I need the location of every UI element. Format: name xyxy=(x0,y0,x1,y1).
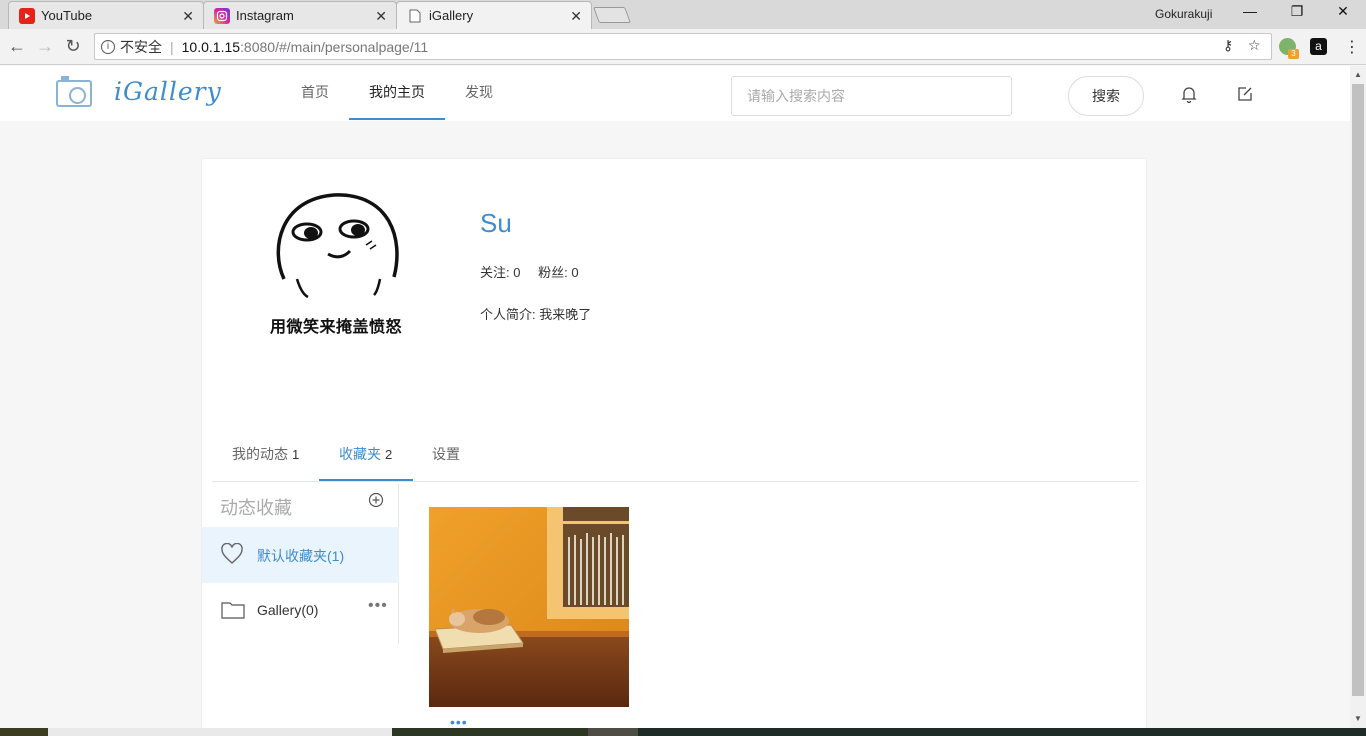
nav-my-homepage[interactable]: 我的主页 xyxy=(369,82,425,102)
browser-tab-youtube[interactable]: YouTube ✕ xyxy=(8,1,204,29)
instagram-icon xyxy=(214,7,230,24)
site-header: iGallery 首页 我的主页 发现 搜索 xyxy=(0,66,1350,121)
collections-title: 动态收藏 xyxy=(220,498,292,518)
forward-icon[interactable]: → xyxy=(34,36,56,57)
nav-active-indicator xyxy=(349,118,445,120)
browser-tabstrip: YouTube ✕ Instagram ✕ iGallery ✕ Gokurak… xyxy=(0,0,1366,29)
scroll-up-icon[interactable]: ▲ xyxy=(1354,70,1362,79)
followers-count[interactable]: 粉丝: 0 xyxy=(538,265,578,280)
bell-icon[interactable] xyxy=(1178,83,1200,105)
address-path: :8080/#/main/personalpage/11 xyxy=(240,38,429,55)
tab-title: YouTube xyxy=(41,8,93,23)
security-label: 不安全 xyxy=(120,38,162,55)
star-icon[interactable]: ☆ xyxy=(1248,37,1261,54)
search-button[interactable]: 搜索 xyxy=(1068,76,1144,116)
browser-toolbar: ← → ↻ i 不安全 | 10.0.1.15 :8080/#/main/per… xyxy=(0,29,1366,65)
folder-icon xyxy=(221,601,245,624)
photo-more-icon[interactable]: ••• xyxy=(450,714,468,728)
reload-icon[interactable]: ↻ xyxy=(62,36,84,57)
scroll-down-icon[interactable]: ▼ xyxy=(1354,714,1362,723)
tab-settings[interactable]: 设置 xyxy=(432,444,460,464)
collections-sidebar: 动态收藏 默认收藏夹(1) Gallery(0) ••• xyxy=(202,484,399,644)
page-content: iGallery 首页 我的主页 发现 搜索 用 xyxy=(0,66,1350,728)
menu-icon[interactable]: ⋮ xyxy=(1344,37,1360,57)
key-icon[interactable]: ⚷ xyxy=(1223,37,1233,54)
info-icon[interactable]: i xyxy=(101,39,115,54)
nav-home[interactable]: 首页 xyxy=(301,82,329,102)
search-input[interactable] xyxy=(731,76,1012,116)
close-icon[interactable]: ✕ xyxy=(570,8,582,25)
os-taskbar xyxy=(0,728,1366,736)
profile-tabs: 我的动态 1 收藏夹 2 设置 xyxy=(212,429,1138,482)
profile-username: Su xyxy=(480,208,512,238)
scrollbar-thumb[interactable] xyxy=(1352,84,1364,696)
close-icon[interactable]: ✕ xyxy=(375,8,387,25)
tab-title: Instagram xyxy=(236,8,294,23)
restore-icon[interactable]: ❐ xyxy=(1282,3,1312,20)
collection-photo[interactable] xyxy=(429,507,629,707)
profile-stats: 关注: 0 粉丝: 0 xyxy=(480,262,593,281)
tab-title: iGallery xyxy=(429,8,474,23)
tab-active-indicator xyxy=(319,479,413,481)
camera-logo-icon[interactable] xyxy=(56,76,92,107)
address-bar[interactable]: i 不安全 | 10.0.1.15 :8080/#/main/personalp… xyxy=(94,33,1272,60)
window-close-icon[interactable]: ✕ xyxy=(1328,3,1358,20)
nav-discover[interactable]: 发现 xyxy=(465,82,493,102)
collection-label: 默认收藏夹(1) xyxy=(257,548,345,564)
following-count[interactable]: 关注: 0 xyxy=(480,265,520,280)
address-host: 10.0.1.15 xyxy=(181,38,241,55)
collection-default[interactable]: 默认收藏夹(1) xyxy=(202,527,399,583)
heart-icon xyxy=(220,542,244,570)
browser-tab-instagram[interactable]: Instagram ✕ xyxy=(203,1,397,29)
edit-icon[interactable] xyxy=(1234,83,1256,105)
more-options-icon[interactable]: ••• xyxy=(368,597,388,615)
collection-label: Gallery(0) xyxy=(257,602,319,618)
tab-my-posts[interactable]: 我的动态 1 xyxy=(232,444,299,464)
close-icon[interactable]: ✕ xyxy=(182,8,194,25)
youtube-icon xyxy=(19,7,35,24)
browser-tab-igallery[interactable]: iGallery ✕ xyxy=(396,1,592,29)
bio-label: 个人简介: xyxy=(480,307,536,322)
page-scrollbar[interactable]: ▲ ▼ xyxy=(1350,66,1366,728)
minimize-icon[interactable]: — xyxy=(1235,3,1265,19)
add-collection-icon[interactable] xyxy=(368,492,384,508)
profile-bio: 个人简介: 我来晚了 xyxy=(480,304,591,323)
bio-text: 我来晚了 xyxy=(539,307,592,322)
tab-favorites[interactable]: 收藏夹 2 xyxy=(339,444,392,464)
extension-badge: 3 xyxy=(1288,49,1299,59)
browser-profile-name[interactable]: Gokurakuji xyxy=(1155,7,1212,21)
profile-card: 用微笑来掩盖愤怒 Su 关注: 0 粉丝: 0 个人简介: 我来晚了 我的动态 1… xyxy=(201,158,1147,728)
page-icon xyxy=(407,8,423,24)
collection-gallery[interactable]: Gallery(0) ••• xyxy=(202,583,399,639)
amazon-icon[interactable]: a xyxy=(1310,38,1327,55)
avatar-caption: 用微笑来掩盖愤怒 xyxy=(270,319,403,336)
new-tab-button[interactable] xyxy=(593,7,631,23)
site-logo[interactable]: iGallery xyxy=(114,77,222,106)
back-icon[interactable]: ← xyxy=(6,36,28,57)
